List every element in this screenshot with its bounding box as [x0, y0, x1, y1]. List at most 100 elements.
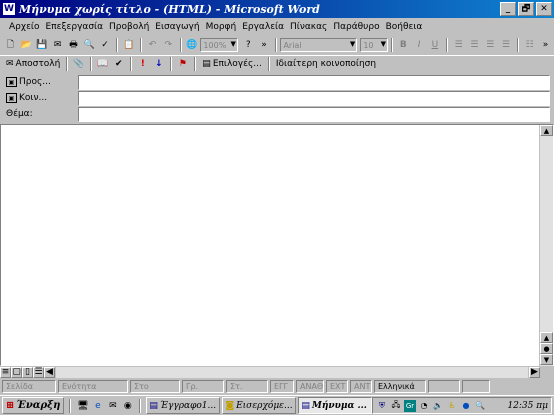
status-ext[interactable]: ΕΧΤ — [326, 380, 348, 393]
importance-low-icon[interactable]: ↓ — [151, 57, 166, 71]
cc-button[interactable]: ▣ Κοιν... — [0, 93, 76, 103]
network-icon[interactable]: 🖧 — [390, 400, 402, 412]
horizontal-scrollbar[interactable]: ≡ ▢ ▯ ☰ ◀ ▶ — [0, 366, 554, 378]
restore-button[interactable]: 🗗 — [518, 2, 534, 16]
new-icon[interactable]: 🗋 — [3, 38, 18, 52]
scroll-right-icon[interactable]: ▶ — [529, 366, 540, 378]
align-right-icon[interactable]: ☰ — [483, 38, 498, 52]
send-label: Αποστολή — [15, 59, 61, 69]
window-title: Μήνυμα χωρίς τίτλο - (HTML) - Microsoft … — [19, 2, 320, 16]
subject-input[interactable] — [78, 106, 550, 122]
importance-high-icon[interactable]: ! — [135, 57, 150, 71]
paste-icon[interactable]: 📋 — [121, 38, 136, 52]
email-icon[interactable]: ✉ — [50, 38, 65, 52]
word-doc-icon: ▤ — [149, 400, 158, 411]
chevron-down-icon: ▼ — [380, 40, 386, 48]
address-card-icon: ▣ — [6, 93, 17, 103]
vertical-scrollbar[interactable]: ▲ ▲ ● ▼ — [539, 125, 553, 367]
print-layout-icon[interactable]: ▯ — [22, 366, 33, 378]
language-indicator[interactable]: Gr — [404, 399, 416, 412]
system-tray: ⛨ 🖧 Gr ◔ 🔈 ♿ ● 🔍 12:35 πμ — [372, 397, 552, 414]
menu-window[interactable]: Παράθυρο — [330, 22, 382, 32]
underline-button[interactable]: U — [427, 38, 442, 52]
cc-input[interactable] — [78, 90, 550, 106]
search-icon[interactable]: 🔍 — [474, 400, 486, 412]
scroll-up-icon[interactable]: ▲ — [540, 332, 553, 343]
minimize-button[interactable]: _ — [500, 2, 516, 16]
more-buttons-icon[interactable]: » — [257, 38, 272, 52]
start-button[interactable]: ⊞ Έναρξη — [2, 397, 65, 414]
scroll-left-icon[interactable]: ◀ — [44, 366, 55, 378]
status-ovr[interactable]: ΑΝΤ — [350, 380, 372, 393]
scroll-up-icon[interactable]: ▲ — [540, 125, 553, 136]
normal-view-icon[interactable]: ≡ — [0, 366, 11, 378]
spelling-icon[interactable]: ✓ — [98, 38, 113, 52]
word-app-icon[interactable]: W — [2, 2, 16, 16]
outline-view-icon[interactable]: ☰ — [33, 366, 44, 378]
font-size-select[interactable]: 10 ▼ — [360, 38, 388, 52]
shield-icon[interactable]: ⛨ — [376, 400, 388, 412]
align-left-icon[interactable]: ☰ — [451, 38, 466, 52]
status-extra — [462, 380, 490, 393]
to-input[interactable] — [78, 74, 550, 90]
print-icon[interactable]: 🖶 — [66, 38, 81, 52]
attach-icon[interactable]: 📎 — [71, 57, 86, 71]
numbering-icon[interactable]: ☷ — [522, 38, 537, 52]
scroll-down-icon[interactable]: ▼ — [540, 354, 553, 365]
align-center-icon[interactable]: ☰ — [467, 38, 482, 52]
show-desktop-icon[interactable]: 🖥 — [76, 399, 89, 412]
close-button[interactable]: ✕ — [536, 2, 552, 16]
bold-button[interactable]: B — [396, 38, 411, 52]
menu-file[interactable]: Αρχείο — [6, 22, 43, 32]
to-button[interactable]: ▣ Προς... — [0, 77, 76, 87]
send-button[interactable]: ✉ Αποστολή — [3, 57, 63, 71]
zoom-value: 100% — [203, 40, 227, 50]
channels-icon[interactable]: ◉ — [121, 399, 134, 412]
title-bar[interactable]: W Μήνυμα χωρίς τίτλο - (HTML) - Microsof… — [0, 0, 554, 18]
font-select[interactable]: Arial ▼ — [280, 38, 358, 52]
font-size-value: 10 — [363, 40, 374, 50]
check-names-icon[interactable]: ✔ — [111, 57, 126, 71]
menu-help[interactable]: Βοήθεια — [383, 22, 426, 32]
menu-bar: Αρχείο Επεξεργασία Προβολή Εισαγωγή Μορφ… — [0, 19, 554, 35]
address-card-icon: ▣ — [6, 77, 17, 87]
messenger-icon[interactable]: ● — [460, 400, 472, 412]
bcc-label: Ιδιαίτερη κοινοποίηση — [275, 59, 377, 69]
options-button[interactable]: ▤ Επιλογές... — [199, 57, 265, 71]
status-rec[interactable]: ΕΓΓ — [270, 380, 294, 393]
zoom-select[interactable]: 100% ▼ — [200, 38, 238, 52]
outlook-express-icon[interactable]: ✉ — [106, 399, 119, 412]
save-icon[interactable]: 💾 — [35, 38, 50, 52]
status-trk[interactable]: ΑΝΑΘ — [296, 380, 324, 393]
menu-table[interactable]: Πίνακας — [287, 22, 330, 32]
accessibility-icon[interactable]: ♿ — [446, 400, 458, 412]
scheduler-icon[interactable]: ◔ — [418, 400, 430, 412]
flag-icon[interactable]: ⚑ — [175, 57, 190, 71]
task-inbox[interactable]: ◙ Εισερχόμε... — [222, 397, 297, 414]
menu-tools[interactable]: Εργαλεία — [239, 22, 287, 32]
hyperlink-icon[interactable]: 🌐 — [185, 38, 200, 52]
task-message[interactable]: ▤ Μήνυμα ... — [298, 397, 373, 414]
volume-icon[interactable]: 🔈 — [432, 400, 444, 412]
help-icon[interactable]: ? — [241, 38, 256, 52]
redo-icon[interactable]: ↷ — [161, 38, 176, 52]
justify-icon[interactable]: ☰ — [499, 38, 514, 52]
menu-edit[interactable]: Επεξεργασία — [43, 22, 107, 32]
menu-view[interactable]: Προβολή — [106, 22, 152, 32]
bcc-button[interactable]: Ιδιαίτερη κοινοποίηση — [273, 57, 379, 71]
horizontal-scroll-track[interactable] — [56, 366, 528, 378]
italic-button[interactable]: I — [412, 38, 427, 52]
menu-insert[interactable]: Εισαγωγή — [152, 22, 202, 32]
menu-format[interactable]: Μορφή — [203, 22, 240, 32]
task-document1[interactable]: ▤ Έγγραφο1... — [146, 397, 221, 414]
web-layout-icon[interactable]: ▢ — [11, 366, 22, 378]
print-preview-icon[interactable]: 🔍 — [82, 38, 97, 52]
toolbar-overflow-icon[interactable]: » — [538, 38, 553, 52]
message-body[interactable]: ▲ ▲ ● ▼ — [0, 124, 554, 367]
address-book-icon[interactable]: 📖 — [95, 57, 110, 71]
internet-explorer-icon[interactable]: e — [91, 399, 104, 412]
open-icon[interactable]: 📂 — [19, 38, 34, 52]
browse-object-icon[interactable]: ● — [540, 343, 553, 354]
undo-icon[interactable]: ↶ — [145, 38, 160, 52]
clock[interactable]: 12:35 πμ — [507, 401, 548, 411]
